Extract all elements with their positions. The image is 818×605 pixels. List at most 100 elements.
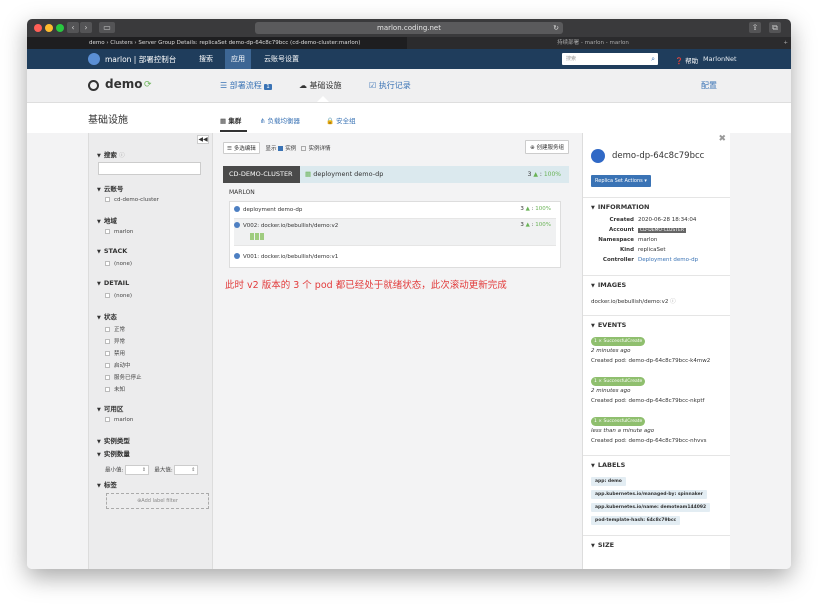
server-group-row[interactable]: deployment demo-dp 3 ▲ : 100% xyxy=(234,206,556,213)
filter-option[interactable]: 异常 xyxy=(105,337,125,345)
checkbox[interactable] xyxy=(105,293,110,298)
subtab-security-groups[interactable]: 🔒 安全组 xyxy=(326,115,356,125)
tab-infrastructure[interactable]: ☁ 基础设施 xyxy=(299,80,342,91)
pod-instance[interactable] xyxy=(255,233,259,240)
info-icon[interactable]: ⓘ xyxy=(670,299,676,305)
reload-icon[interactable]: ↻ xyxy=(553,22,559,34)
create-server-group-button[interactable]: ⊕ 创建服务组 xyxy=(525,140,569,154)
section-header: 基础设施 ▦ 集群 ⋔ 负载均衡器 🔒 安全组 xyxy=(27,103,791,133)
browser-tab-active[interactable]: demo › Clusters › Server Group Details: … xyxy=(27,37,407,49)
show-instance-details-checkbox[interactable] xyxy=(301,146,307,151)
filter-group-stack[interactable]: ▼ STACK xyxy=(97,247,127,255)
collapse-sidebar-button[interactable]: ◀◀ xyxy=(197,135,209,144)
close-icon[interactable]: ✖ xyxy=(718,134,726,144)
section-labels-header[interactable]: ▼ LABELS xyxy=(583,455,730,474)
server-group-row-selected[interactable]: V002: docker.io/bebullish/demo:v2 3 ▲ : … xyxy=(234,218,556,246)
back-button[interactable]: ‹ xyxy=(67,22,79,33)
section-size-header[interactable]: ▼ SIZE xyxy=(583,535,730,554)
config-link[interactable]: 配置 xyxy=(701,80,717,91)
address-bar[interactable]: marlon.coding.net ↻ xyxy=(255,22,563,34)
filter-option[interactable]: cd-demo-cluster xyxy=(105,197,159,203)
tab-pipelines[interactable]: ☰ 部署流程 1 xyxy=(220,80,272,91)
server-group-label: V002: docker.io/bebullish/demo:v2 xyxy=(243,223,339,229)
forward-button[interactable]: › xyxy=(80,22,92,33)
share-icon[interactable]: ⇪ xyxy=(749,22,761,33)
nav-item-applications[interactable]: 应用 xyxy=(225,49,251,69)
checkbox[interactable] xyxy=(105,261,110,266)
checkbox[interactable] xyxy=(105,197,110,202)
filter-option[interactable]: (none) xyxy=(105,293,132,299)
brand-title[interactable]: marlon | 部署控制台 xyxy=(105,54,176,65)
kubernetes-icon xyxy=(234,206,240,212)
pod-instance[interactable] xyxy=(260,233,264,240)
filter-option[interactable]: marlon xyxy=(105,417,133,423)
help-link[interactable]: ❓ 帮助 xyxy=(675,55,698,65)
info-value: replicaSet xyxy=(638,247,666,253)
global-search-input[interactable]: 搜索 ⌕ xyxy=(562,53,658,65)
filter-option[interactable]: (none) xyxy=(105,261,132,267)
filter-group-instance-type[interactable]: ▼ 实例类型 xyxy=(97,435,130,445)
filter-group-detail[interactable]: ▼ DETAIL xyxy=(97,279,129,287)
filter-option-label: 异常 xyxy=(114,339,126,345)
max-count-stepper[interactable]: ⇕ xyxy=(174,465,199,475)
event-time: 2 minutes ago xyxy=(591,348,631,354)
min-count-stepper[interactable]: ⇕ xyxy=(125,465,150,475)
checkbox[interactable] xyxy=(105,339,110,344)
multi-edit-button[interactable]: ☰ 多选编辑 xyxy=(223,142,260,154)
cluster-deployment[interactable]: ▦ deployment demo-dp xyxy=(305,166,383,183)
checkbox[interactable] xyxy=(105,229,110,234)
replica-set-actions-button[interactable]: Replica Set Actions ▾ xyxy=(591,175,651,187)
section-information-header[interactable]: ▼ INFORMATION xyxy=(583,197,730,216)
filter-option-label: 服务已停止 xyxy=(114,375,142,381)
new-tab-icon[interactable]: + xyxy=(783,37,788,49)
nav-item-cloud-accounts[interactable]: 云账号设置 xyxy=(258,49,305,69)
pod-instance[interactable] xyxy=(250,233,254,240)
filter-group-search[interactable]: ▼ 搜索 ⓘ xyxy=(97,149,125,159)
add-label-filter-button[interactable]: ⊕Add label filter xyxy=(106,493,209,509)
help-icon[interactable]: ⓘ xyxy=(119,153,125,159)
filter-group-labels[interactable]: ▼ 标签 xyxy=(97,479,117,489)
section-events-header[interactable]: ▼ EVENTS xyxy=(583,315,730,334)
show-instances-checkbox[interactable] xyxy=(278,146,284,151)
sidebar-toggle-icon[interactable]: ▭ xyxy=(99,22,115,33)
filter-option[interactable]: marlon xyxy=(105,229,133,235)
minimize-window-button[interactable] xyxy=(45,24,53,32)
checkbox[interactable] xyxy=(105,417,110,422)
filter-option[interactable]: 启动中 xyxy=(105,361,131,369)
filter-search-input[interactable] xyxy=(98,162,201,175)
browser-tab[interactable]: 持续部署 - marlon - marlon xyxy=(407,37,779,49)
filter-option[interactable]: 禁用 xyxy=(105,349,125,357)
cluster-header[interactable]: CD-DEMO-CLUSTER ▦ deployment demo-dp 3 ▲… xyxy=(223,166,569,183)
help-label: 帮助 xyxy=(685,57,699,65)
instance-count: 3 xyxy=(527,171,532,178)
subtab-load-balancers[interactable]: ⋔ 负载均衡器 xyxy=(260,115,300,125)
filter-group-zone[interactable]: ▼ 可用区 xyxy=(97,403,123,413)
checkbox[interactable] xyxy=(105,327,110,332)
search-icon[interactable]: ⌕ xyxy=(651,53,655,65)
filter-option[interactable]: 服务已停止 xyxy=(105,373,142,381)
filter-group-region[interactable]: ▼ 地域 xyxy=(97,215,117,225)
subtab-clusters[interactable]: ▦ 集群 xyxy=(220,115,241,125)
controller-link[interactable]: Deployment demo-dp xyxy=(638,257,698,263)
filter-option[interactable]: 正常 xyxy=(105,325,125,333)
close-window-button[interactable] xyxy=(34,24,42,32)
zoom-window-button[interactable] xyxy=(56,24,64,32)
tabs-overview-icon[interactable]: ⧉ xyxy=(769,22,781,33)
tab-executions[interactable]: ☑ 执行记录 xyxy=(369,80,411,91)
server-group-row[interactable]: V001: docker.io/bebullish/demo:v1 xyxy=(234,253,556,260)
filter-group-instance-count[interactable]: ▼ 实例数量 xyxy=(97,448,130,458)
nav-item-search[interactable]: 搜索 xyxy=(193,49,219,69)
filter-option[interactable]: 未知 xyxy=(105,385,125,393)
user-menu[interactable]: MarlonNet xyxy=(703,55,737,63)
section-images-header[interactable]: ▼ IMAGES xyxy=(583,275,730,294)
checkbox[interactable] xyxy=(105,375,110,380)
max-label: 最大值: xyxy=(154,467,173,474)
refresh-icon[interactable]: ⟳ xyxy=(144,80,152,90)
checkbox[interactable] xyxy=(105,351,110,356)
filter-group-status[interactable]: ▼ 状态 xyxy=(97,311,117,321)
cluster-view: ☰ 多选编辑 显示 实例 实例详情 ⊕ 创建服务组 CD-DEMO-CLUSTE… xyxy=(223,133,573,569)
filter-group-account[interactable]: ▼ 云账号 xyxy=(97,183,123,193)
browser-window: ‹ › ▭ marlon.coding.net ↻ ⇪ ⧉ demo › Clu… xyxy=(27,19,791,569)
checkbox[interactable] xyxy=(105,363,110,368)
checkbox[interactable] xyxy=(105,387,110,392)
